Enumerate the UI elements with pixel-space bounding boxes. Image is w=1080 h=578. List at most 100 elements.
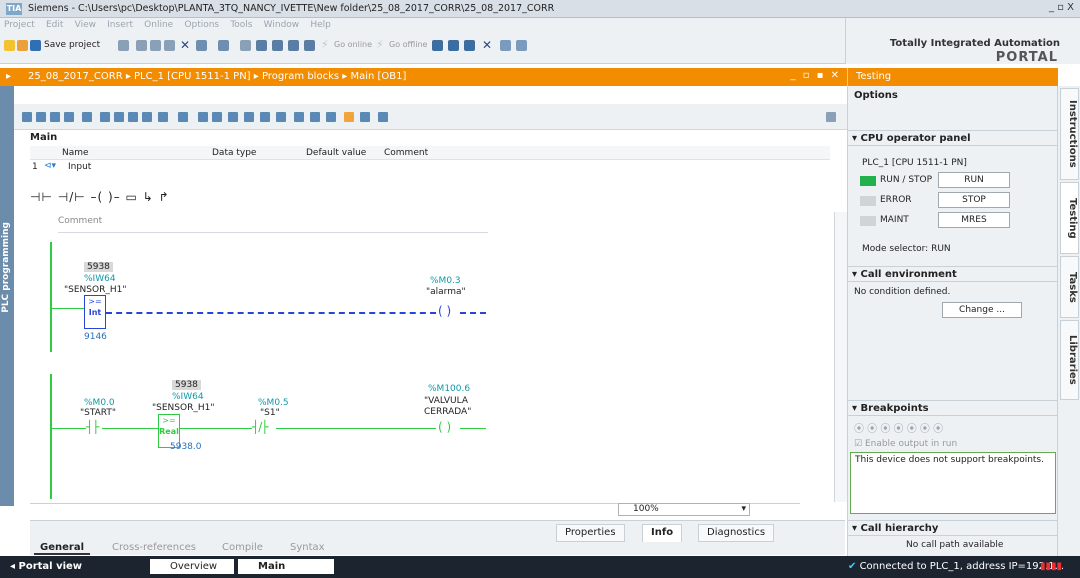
save-icon[interactable]	[30, 40, 41, 51]
breadcrumb-path[interactable]: 25_08_2017_CORR ▸ PLC_1 [CPU 1511-1 PN] …	[28, 71, 406, 82]
insert-network-icon[interactable]	[100, 112, 110, 122]
go-online-button[interactable]: Go online	[334, 40, 372, 49]
connect-icon[interactable]	[310, 112, 320, 122]
block-icon-2[interactable]	[36, 112, 46, 122]
tab-info[interactable]: Info	[642, 524, 683, 542]
plc-programming-strip[interactable]: PLC programming	[0, 86, 14, 506]
open-project-icon[interactable]	[17, 40, 28, 51]
subtab-general[interactable]: General	[34, 542, 90, 555]
subtab-syntax[interactable]: Syntax	[284, 542, 331, 555]
zoom-select[interactable]: 100% ▾	[618, 503, 750, 516]
overview-tab[interactable]: Overview	[150, 559, 234, 574]
go-to-icon[interactable]	[244, 112, 254, 122]
previous-error-icon[interactable]	[260, 112, 270, 122]
monitor-icon[interactable]	[142, 112, 152, 122]
accessible-devices-icon[interactable]	[432, 40, 443, 51]
change-button[interactable]: Change ...	[942, 302, 1022, 318]
menu-help[interactable]: Help	[306, 18, 335, 32]
redo-icon[interactable]	[218, 40, 229, 51]
save-project-button[interactable]: Save project	[44, 40, 100, 50]
window-controls[interactable]: _ ▫ X	[1049, 2, 1074, 13]
network-comment[interactable]: Comment	[58, 216, 488, 233]
modify-icon[interactable]	[344, 112, 354, 122]
absolute-address-icon[interactable]	[198, 112, 208, 122]
call-hierarchy-header[interactable]: ▾ Call hierarchy	[848, 520, 1058, 536]
go-offline-button[interactable]: Go offline	[389, 40, 427, 49]
simulation-icon[interactable]	[304, 40, 315, 51]
menu-online[interactable]: Online	[140, 18, 177, 32]
compare-icon[interactable]	[294, 112, 304, 122]
tab-libraries[interactable]: Libraries	[1060, 320, 1079, 400]
menu-insert[interactable]: Insert	[103, 18, 137, 32]
close-branch-icon[interactable]: ↱	[159, 190, 170, 204]
empty-box-icon[interactable]: ▭	[126, 190, 138, 204]
cpu-panel-header[interactable]: ▾ CPU operator panel	[848, 130, 1058, 146]
main-tab[interactable]: Main	[238, 559, 334, 574]
new-project-icon[interactable]	[4, 40, 15, 51]
menu-project[interactable]: Project	[0, 18, 39, 32]
network-view-icon[interactable]	[128, 112, 138, 122]
subtab-compile[interactable]: Compile	[216, 542, 269, 555]
split-editor-icon[interactable]	[240, 40, 251, 51]
extra-icon[interactable]	[378, 112, 388, 122]
open-all-icon[interactable]	[158, 112, 168, 122]
menu-view[interactable]: View	[71, 18, 100, 32]
split-vertical-icon[interactable]	[516, 40, 527, 51]
block-icon-1[interactable]	[22, 112, 32, 122]
tab-properties[interactable]: Properties	[556, 524, 625, 542]
paste-icon[interactable]	[164, 40, 175, 51]
tab-testing[interactable]: Testing	[1060, 182, 1079, 254]
call-env-header[interactable]: ▾ Call environment	[848, 266, 1058, 282]
tab-diagnostics[interactable]: Diagnostics	[698, 524, 775, 542]
tab-instructions[interactable]: Instructions	[1060, 88, 1079, 180]
monitoring-on-off-icon[interactable]	[326, 112, 336, 122]
cut-icon[interactable]	[136, 40, 147, 51]
menu-options[interactable]: Options	[180, 18, 223, 32]
download-icon[interactable]	[272, 40, 283, 51]
favorites-icon[interactable]	[228, 112, 238, 122]
nc-contact-icon[interactable]: ⊣/⊢	[58, 190, 86, 204]
n2-start-contact[interactable]: ┤├	[86, 420, 99, 434]
cross-icon[interactable]: ✕	[482, 38, 492, 52]
interface-row[interactable]: 1 ⊲▾ Input	[30, 160, 830, 176]
tag-info-icon[interactable]	[212, 112, 222, 122]
no-contact-icon[interactable]: ⊣⊢	[30, 190, 53, 204]
stop-cpu-icon[interactable]	[464, 40, 475, 51]
n2-s1-nc-contact[interactable]: ┤/├	[252, 420, 268, 434]
expand-arrow-icon[interactable]: ▸	[6, 71, 11, 82]
menu-tools[interactable]: Tools	[226, 18, 256, 32]
editor-options-icon[interactable]	[826, 112, 836, 122]
block-icon-5[interactable]	[82, 112, 92, 122]
next-error-icon[interactable]	[276, 112, 286, 122]
print-icon[interactable]	[118, 40, 129, 51]
delete-icon[interactable]: ✕	[180, 38, 190, 52]
compile-icon[interactable]	[256, 40, 267, 51]
portal-view-button[interactable]: ◂ Portal view	[10, 561, 82, 572]
n1-coil[interactable]: ( )	[438, 304, 451, 318]
block-icon-3[interactable]	[50, 112, 60, 122]
n2-coil[interactable]: ( )	[438, 420, 451, 434]
run-button[interactable]: RUN	[938, 172, 1010, 188]
breakpoints-header[interactable]: ▾ Breakpoints	[848, 400, 1058, 416]
undo-icon[interactable]	[196, 40, 207, 51]
block-icon-4[interactable]	[64, 112, 74, 122]
menu-window[interactable]: Window	[260, 18, 304, 32]
close-all-icon[interactable]	[178, 112, 188, 122]
start-cpu-icon[interactable]	[448, 40, 459, 51]
stop-button[interactable]: STOP	[938, 192, 1010, 208]
subtab-cross-references[interactable]: Cross-references	[106, 542, 202, 555]
delete-network-icon[interactable]	[114, 112, 124, 122]
upload-icon[interactable]	[288, 40, 299, 51]
open-branch-icon[interactable]: ↳	[143, 190, 154, 204]
editor-vertical-scrollbar[interactable]	[834, 212, 847, 502]
copy-icon[interactable]	[150, 40, 161, 51]
watch-icon[interactable]	[360, 112, 370, 122]
menu-edit[interactable]: Edit	[42, 18, 67, 32]
n1-compare-box[interactable]: >= Int	[84, 295, 106, 329]
coil-icon[interactable]: –( )–	[91, 190, 121, 204]
editor-window-controls[interactable]: _ ▫ ▪ ✕	[791, 70, 841, 81]
tab-tasks[interactable]: Tasks	[1060, 256, 1079, 318]
enable-output-checkbox[interactable]: ☑ Enable output in run	[854, 439, 957, 449]
split-horizontal-icon[interactable]	[500, 40, 511, 51]
mres-button[interactable]: MRES	[938, 212, 1010, 228]
